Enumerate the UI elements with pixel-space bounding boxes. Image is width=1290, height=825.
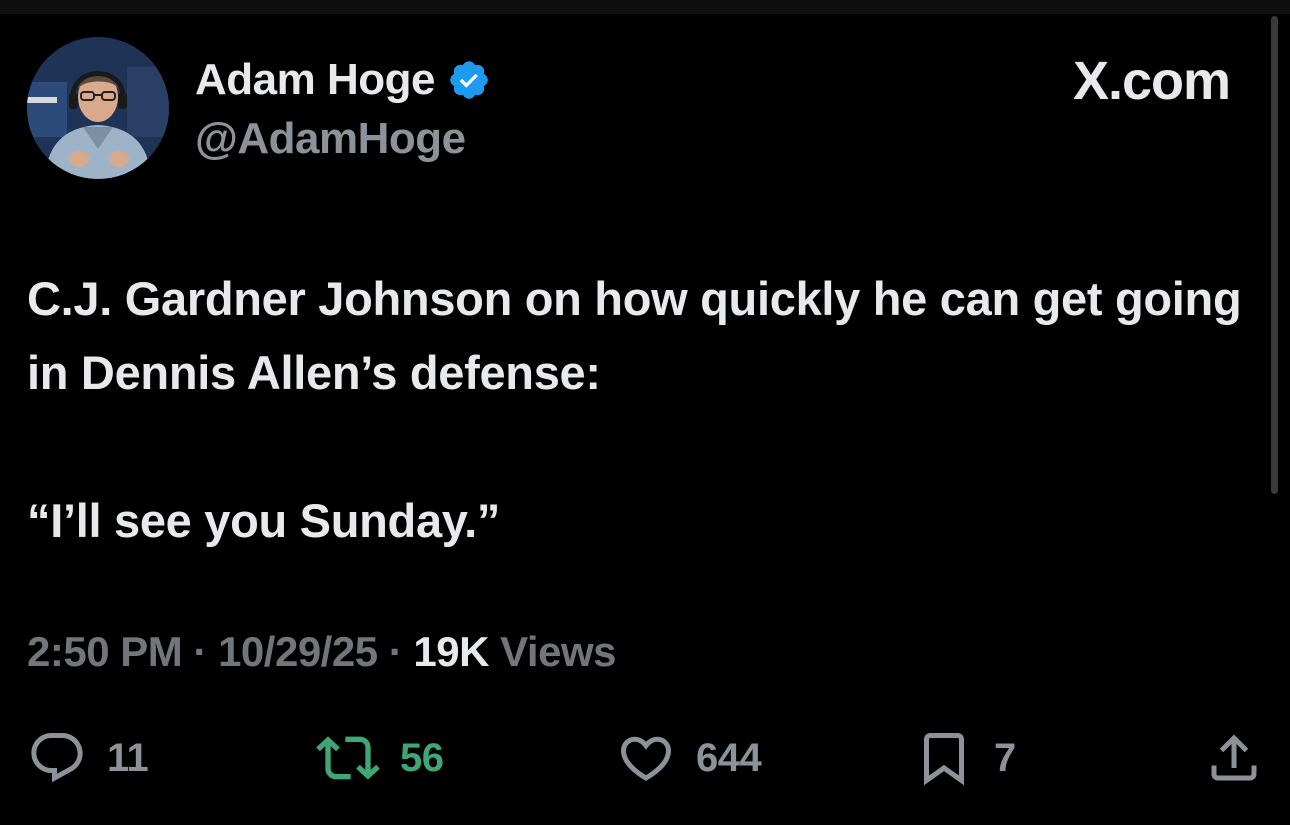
tweet-text-paragraph-1: C.J. Gardner Johnson on how quickly he c… [27, 272, 1242, 399]
tweet-date[interactable]: 10/29/25 [218, 628, 378, 675]
scrollbar[interactable] [1271, 16, 1278, 494]
heart-icon [620, 736, 672, 781]
author-handle[interactable]: @AdamHoge [195, 114, 466, 164]
verified-badge-icon [450, 61, 488, 99]
reply-icon [31, 733, 83, 783]
views-count: 19K [413, 628, 489, 675]
views-label: Views [500, 628, 616, 675]
like-button[interactable]: 644 [616, 728, 762, 788]
avatar[interactable] [27, 37, 169, 179]
meta-separator: · [388, 628, 403, 675]
reply-button[interactable]: 11 [27, 728, 149, 788]
tweet-text-paragraph-2: “I’ll see you Sunday.” [27, 494, 501, 547]
tweet-time[interactable]: 2:50 PM [27, 628, 183, 675]
brand-label: X.com [1072, 51, 1231, 111]
bookmark-icon [924, 733, 964, 786]
meta-separator: · [193, 628, 207, 675]
author-name-row[interactable]: Adam Hoge [195, 52, 491, 108]
reply-count: 11 [107, 735, 149, 780]
share-icon [1211, 734, 1257, 781]
bookmark-button[interactable]: 7 [914, 728, 1016, 788]
window-top-edge [0, 0, 1290, 14]
like-count: 644 [696, 735, 762, 780]
bookmark-count: 7 [994, 735, 1016, 780]
tweet-text: C.J. Gardner Johnson on how quickly he c… [27, 262, 1267, 558]
tweet-meta: 2:50 PM · 10/29/25 · 19K Views [27, 628, 616, 676]
retweet-icon [316, 736, 380, 780]
retweet-count: 56 [400, 735, 444, 780]
retweet-button[interactable]: 56 [316, 728, 444, 788]
author-display-name[interactable]: Adam Hoge [195, 55, 435, 105]
share-button[interactable] [1204, 728, 1264, 788]
